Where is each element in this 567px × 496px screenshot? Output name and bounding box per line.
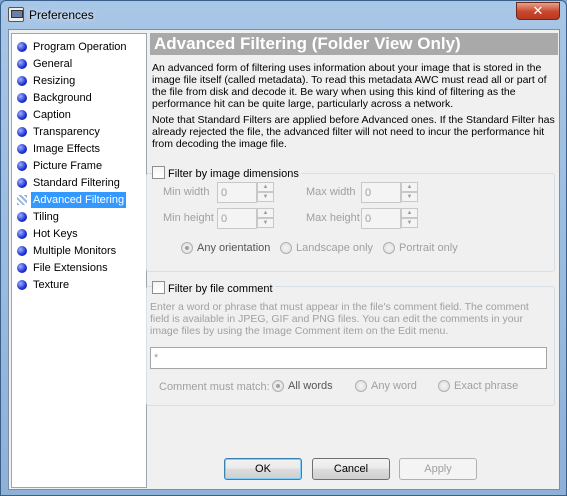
bullet-icon [17,42,27,52]
dimensions-filter-checkbox[interactable]: Filter by image dimensions [152,166,301,180]
radio-circle[interactable] [438,380,450,392]
sidebar-item-resizing[interactable]: Resizing [14,73,128,89]
sidebar-item-picture-frame[interactable]: Picture Frame [14,158,128,174]
checkbox-box[interactable] [152,281,165,294]
spin-down-icon[interactable]: ▼ [257,218,274,228]
preferences-window: Preferences ✕ Program Operation General … [0,0,567,496]
note-text: Note that Standard Filters are applied b… [152,114,555,150]
max-height-input[interactable] [361,208,401,229]
radio-circle[interactable] [355,380,367,392]
sidebar-item-multiple-monitors[interactable]: Multiple Monitors [14,243,128,259]
bullet-icon [17,144,27,154]
min-width-spinner[interactable]: ▲ ▼ [217,182,275,203]
radio-circle[interactable] [181,242,193,254]
sidebar-item-hot-keys[interactable]: Hot Keys [14,226,128,242]
max-width-label: Max width [306,186,356,198]
comment-match-label: Comment must match: [159,381,270,393]
spin-down-icon[interactable]: ▼ [257,192,274,202]
cancel-button[interactable]: Cancel [312,458,390,480]
sidebar-item-program-operation[interactable]: Program Operation [14,39,128,55]
radio-circle[interactable] [280,242,292,254]
min-height-input[interactable] [217,208,257,229]
sidebar-item-transparency[interactable]: Transparency [14,124,128,140]
spin-up-icon[interactable]: ▲ [257,208,274,218]
bullet-icon [17,229,27,239]
sidebar-item-background[interactable]: Background [14,90,128,106]
min-height-label: Min height [163,212,214,224]
spin-down-icon[interactable]: ▼ [401,218,418,228]
comment-filter-checkbox[interactable]: Filter by file comment [152,281,275,295]
max-width-spinner[interactable]: ▲ ▼ [361,182,419,203]
comment-description: Enter a word or phrase that must appear … [150,301,529,337]
category-list[interactable]: Program Operation General Resizing Backg… [11,33,147,488]
sidebar-item-advanced-filtering[interactable]: Advanced Filtering [14,192,128,208]
checkbox-box[interactable] [152,166,165,179]
close-icon: ✕ [532,3,544,18]
min-width-label: Min width [163,186,210,198]
intro-text: An advanced form of filtering uses infor… [152,62,547,110]
bullet-icon [17,263,27,273]
bullet-icon [17,161,27,171]
radio-circle[interactable] [383,242,395,254]
bullet-icon [17,280,27,290]
max-height-spinner[interactable]: ▲ ▼ [361,208,419,229]
bullet-icon [17,110,27,120]
spin-up-icon[interactable]: ▲ [257,182,274,192]
sidebar-item-standard-filtering[interactable]: Standard Filtering [14,175,128,191]
title-bar[interactable]: Preferences ✕ [1,1,566,28]
bullet-icon [17,178,27,188]
close-button[interactable]: ✕ [516,2,560,20]
max-width-input[interactable] [361,182,401,203]
bullet-icon [17,76,27,86]
bullet-icon [17,195,27,205]
spin-up-icon[interactable]: ▲ [401,182,418,192]
ok-button[interactable]: OK [224,458,302,480]
spin-down-icon[interactable]: ▼ [401,192,418,202]
sidebar-item-caption[interactable]: Caption [14,107,128,123]
app-icon[interactable] [8,7,24,22]
bullet-icon [17,59,27,69]
min-width-input[interactable] [217,182,257,203]
dialog-client-area: Program Operation General Resizing Backg… [8,29,560,490]
apply-button[interactable]: Apply [399,458,477,480]
sidebar-item-image-effects[interactable]: Image Effects [14,141,128,157]
bullet-icon [17,212,27,222]
max-height-label: Max height [306,212,360,224]
comment-input[interactable] [150,347,547,369]
radio-circle[interactable] [272,380,284,392]
sidebar-item-general[interactable]: General [14,56,128,72]
sidebar-item-texture[interactable]: Texture [14,277,128,293]
page-title: Advanced Filtering (Folder View Only) [150,33,558,55]
bullet-icon [17,246,27,256]
sidebar-item-file-extensions[interactable]: File Extensions [14,260,128,276]
window-title: Preferences [29,8,94,22]
sidebar-item-tiling[interactable]: Tiling [14,209,128,225]
min-height-spinner[interactable]: ▲ ▼ [217,208,275,229]
spin-up-icon[interactable]: ▲ [401,208,418,218]
bullet-icon [17,127,27,137]
bullet-icon [17,93,27,103]
